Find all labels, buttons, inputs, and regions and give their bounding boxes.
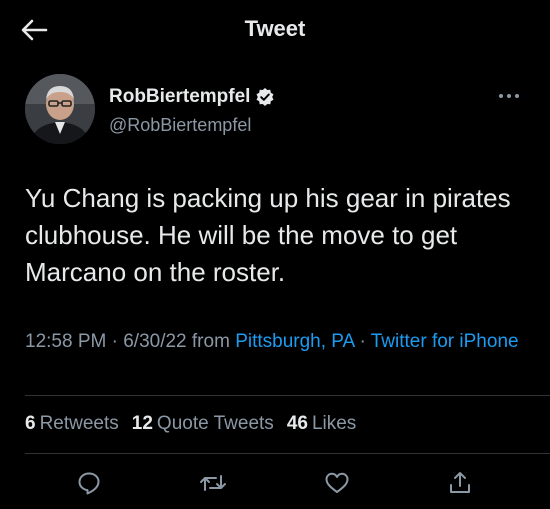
quote-tweets-count: 12 — [131, 413, 153, 434]
like-button[interactable] — [320, 466, 354, 500]
quote-tweets-label: Quote Tweets — [156, 413, 274, 434]
tweet-time[interactable]: 12:58 PM — [25, 331, 106, 352]
reply-button[interactable] — [72, 466, 106, 500]
tweet-meta: 12:58 PM · 6/30/22 from Pittsburgh, PA ·… — [25, 328, 530, 355]
share-icon — [450, 472, 470, 493]
tweet-date[interactable]: 6/30/22 — [123, 331, 186, 352]
divider — [25, 395, 550, 396]
share-button[interactable] — [443, 466, 477, 500]
avatar[interactable] — [25, 74, 95, 144]
action-bar — [0, 466, 550, 500]
meta-separator: · — [359, 331, 371, 352]
page-title: Tweet — [244, 16, 306, 41]
more-icon — [499, 94, 519, 98]
retweets-count: 6 — [25, 413, 36, 434]
retweets-label: Retweets — [39, 413, 119, 434]
more-options-button[interactable] — [494, 86, 524, 106]
header: Tweet — [0, 0, 550, 60]
like-icon — [325, 472, 349, 493]
display-name[interactable]: RobBiertempfel — [109, 86, 250, 108]
retweets-stat[interactable]: 6 Retweets — [25, 413, 119, 435]
tweet-client[interactable]: Twitter for iPhone — [371, 331, 519, 352]
reply-icon — [78, 472, 100, 495]
user-name-row[interactable]: RobBiertempfel — [109, 86, 275, 108]
avatar-image — [25, 74, 95, 144]
likes-count: 46 — [286, 413, 308, 434]
retweet-button[interactable] — [196, 466, 230, 500]
likes-label: Likes — [311, 413, 357, 434]
tweet-location[interactable]: Pittsburgh, PA — [235, 331, 354, 352]
user-handle[interactable]: @RobBiertempfel — [109, 115, 251, 136]
quote-tweets-stat[interactable]: 12 Quote Tweets — [132, 413, 274, 435]
meta-separator: · — [111, 331, 124, 352]
from-label: from — [191, 331, 230, 352]
verified-badge-icon — [255, 87, 275, 107]
likes-stat[interactable]: 46 Likes — [287, 413, 357, 435]
divider — [25, 453, 550, 454]
tweet-text: Yu Chang is packing up his gear in pirat… — [25, 183, 511, 287]
tweet-stats: 6 Retweets 12 Quote Tweets 46 Likes — [25, 413, 356, 435]
retweet-icon — [200, 475, 226, 491]
